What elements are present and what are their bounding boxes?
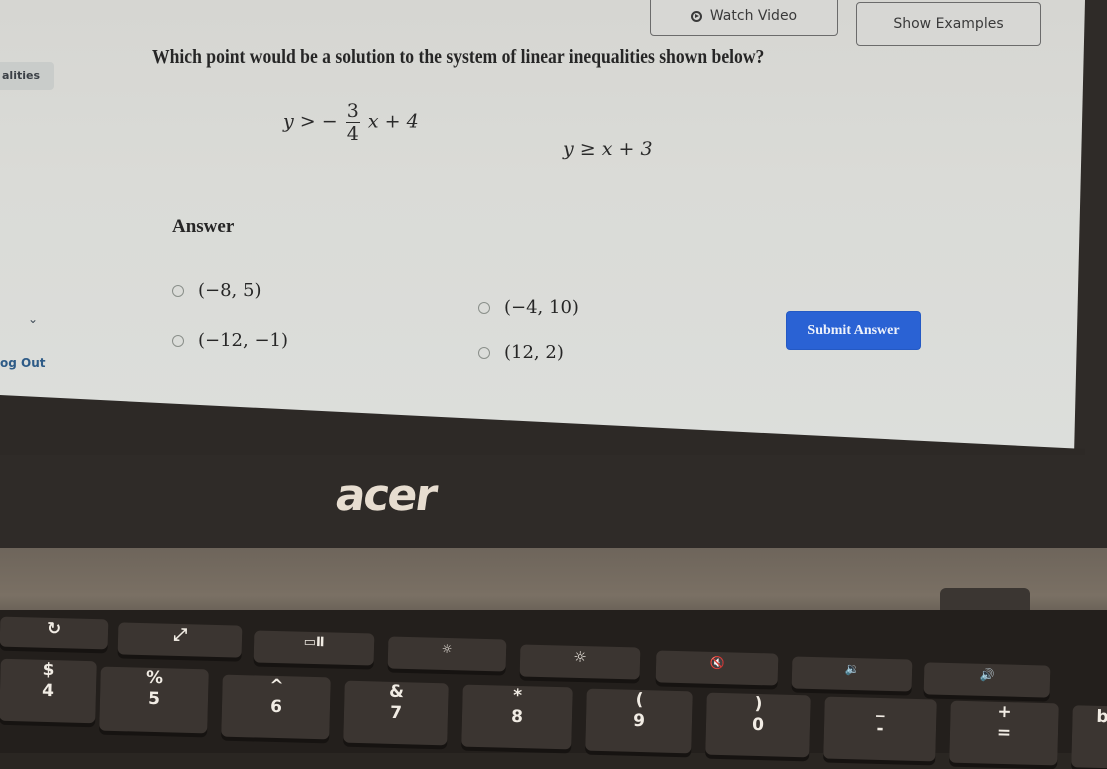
inequality-1: y > − 3 4 x + 4 <box>283 100 419 145</box>
key-6[interactable]: ^ 6 <box>221 674 331 740</box>
show-examples-button[interactable]: Show Examples <box>856 2 1041 46</box>
eq1-sign: − <box>321 110 338 133</box>
key-number: 6 <box>269 696 283 718</box>
answer-option[interactable]: (−8, 5) <box>172 280 261 301</box>
radio-button[interactable] <box>172 284 184 297</box>
key-equals[interactable]: + = <box>949 700 1059 766</box>
eq2-rhs: x + 3 <box>601 138 653 160</box>
key-4[interactable]: $4 <box>0 658 97 724</box>
option-label: (−8, 5) <box>198 280 262 301</box>
answer-heading: Answer <box>172 216 235 237</box>
question-text: Which point would be a solution to the s… <box>152 46 765 68</box>
key-volume-down[interactable]: 🔉 <box>791 656 913 692</box>
fullscreen-icon: ⤢ <box>173 624 188 646</box>
keyboard: ↻ ⤢ ▭Ⅱ ☼ ☼ 🔇 🔉 🔊 $4 % 5 ^ 6 & 7 * 8 (9 ) 0 _ -… <box>0 610 1107 769</box>
key-9[interactable]: (9 <box>585 688 693 754</box>
mute-icon: 🔇 <box>709 655 725 671</box>
key-number: 5 <box>147 688 161 710</box>
eq2-op: ≥ <box>579 138 596 160</box>
key-0[interactable]: ) 0 <box>705 692 811 758</box>
key-number: - <box>876 718 884 740</box>
refresh-icon: ↻ <box>46 618 62 640</box>
key-symbol: $ <box>42 659 55 681</box>
key-label: b <box>1096 706 1107 728</box>
key-symbol: ^ <box>269 675 284 697</box>
eq1-rest: x + 4 <box>367 110 419 133</box>
key-symbol: % <box>145 667 164 689</box>
key-number: 9 <box>632 710 646 732</box>
submit-answer-button[interactable]: Submit Answer <box>787 312 920 349</box>
key-minus[interactable]: _ - <box>823 696 937 762</box>
radio-button[interactable] <box>172 334 184 347</box>
key-mute[interactable]: 🔇 <box>655 650 779 686</box>
screen: alities ⌄ og Out Watch Video Show Exampl… <box>0 0 1085 450</box>
key-symbol: ) <box>754 693 763 715</box>
option-label: (−4, 10) <box>504 297 579 318</box>
eq1-fraction: 3 4 <box>345 100 360 145</box>
key-fullscreen[interactable]: ⤢ <box>117 622 243 658</box>
key-refresh[interactable]: ↻ <box>0 616 109 650</box>
chevron-down-icon[interactable]: ⌄ <box>28 312 38 326</box>
option-label: (12, 2) <box>504 342 564 363</box>
laptop-lid: alities ⌄ og Out Watch Video Show Exampl… <box>0 0 1107 600</box>
answer-option[interactable]: (−12, −1) <box>172 330 288 351</box>
watch-video-label: Watch Video <box>709 8 798 24</box>
answer-option[interactable]: (−4, 10) <box>478 297 579 318</box>
eq1-numerator: 3 <box>345 100 360 123</box>
inequality-2: y ≥ x + 3 <box>563 138 653 160</box>
key-symbol: & <box>388 681 405 703</box>
eq2-lhs: y <box>563 138 574 160</box>
key-number: 0 <box>751 714 765 736</box>
eq1-denominator: 4 <box>346 123 359 145</box>
sidebar-item-inequalities[interactable]: alities <box>0 62 54 90</box>
key-symbol: + <box>997 701 1012 723</box>
key-5[interactable]: % 5 <box>99 666 209 734</box>
volume-up-icon: 🔊 <box>979 667 995 683</box>
key-number: 4 <box>41 680 55 702</box>
brightness-up-icon: ☼ <box>573 647 588 667</box>
show-examples-label: Show Examples <box>893 16 1004 32</box>
play-icon <box>690 10 702 22</box>
key-backspace[interactable]: b <box>1071 705 1107 769</box>
key-overview[interactable]: ▭Ⅱ <box>253 630 375 666</box>
key-number: 7 <box>389 702 403 724</box>
key-number: = <box>996 722 1012 744</box>
eq1-op: > <box>299 110 316 133</box>
radio-button[interactable] <box>478 301 490 314</box>
watch-video-button[interactable]: Watch Video <box>650 0 838 36</box>
key-brightness-up[interactable]: ☼ <box>519 644 641 680</box>
brightness-down-icon: ☼ <box>441 641 453 657</box>
key-number: 8 <box>510 706 524 728</box>
key-8[interactable]: * 8 <box>461 684 573 750</box>
overview-icon: ▭Ⅱ <box>303 634 325 651</box>
volume-down-icon: 🔉 <box>844 661 860 677</box>
eq1-lhs: y <box>283 110 294 133</box>
answer-option[interactable]: (12, 2) <box>478 342 564 363</box>
logout-link[interactable]: og Out <box>0 356 46 370</box>
key-symbol: ( <box>635 689 644 711</box>
brand-logo: acer <box>332 470 439 521</box>
key-brightness-down[interactable]: ☼ <box>387 636 507 672</box>
key-7[interactable]: & 7 <box>343 680 449 746</box>
option-label: (−12, −1) <box>198 330 289 351</box>
radio-button[interactable] <box>478 346 490 359</box>
key-volume-up[interactable]: 🔊 <box>923 662 1051 698</box>
